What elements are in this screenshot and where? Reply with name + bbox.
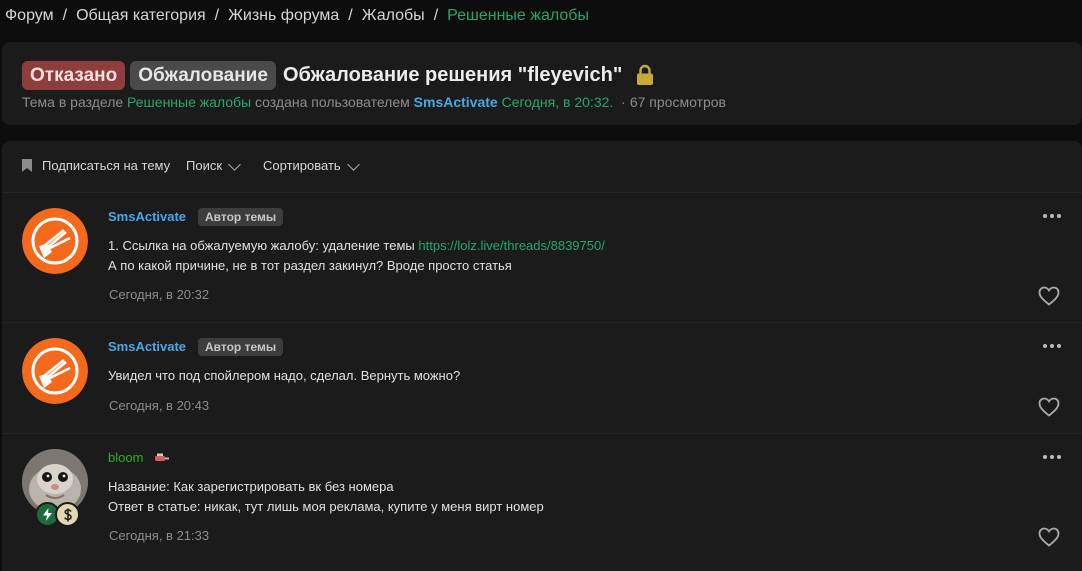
bookmark-icon [22, 159, 32, 172]
breadcrumb-separator: / [214, 7, 220, 24]
appeal-tag[interactable]: Обжалование [130, 60, 276, 90]
subscribe-label: Подписаться на тему [42, 158, 171, 173]
breadcrumb-complaints[interactable]: Жалобы [362, 7, 425, 25]
smsactivate-logo-avatar [22, 338, 88, 404]
heart-icon[interactable] [1038, 397, 1060, 417]
search-label: Поиск [186, 158, 223, 173]
more-icon[interactable] [1042, 213, 1062, 219]
author-badge: Автор темы [198, 338, 284, 356]
posts-container: Подписаться на тему Поиск Сортировать Sm… [2, 141, 1082, 571]
lock-icon [637, 64, 654, 85]
more-icon[interactable] [1042, 454, 1062, 460]
sort-label: Сортировать [263, 158, 341, 173]
meta-section-link[interactable]: Решенные жалобы [127, 94, 251, 110]
username-link[interactable]: bloom [108, 450, 143, 465]
breadcrumb-general-category[interactable]: Общая категория [76, 7, 206, 25]
page-title: Обжалование решения "fleyevich" [282, 63, 623, 86]
chevron-down-icon [346, 157, 360, 171]
post-date[interactable]: Сегодня, в 20:32 [109, 287, 209, 302]
thread-meta: Тема в разделе Решенные жалобы создана п… [22, 94, 726, 110]
more-icon[interactable] [1042, 343, 1062, 349]
post-line: Название: Как зарегистрировать вк без но… [108, 479, 394, 494]
thread-toolbar: Подписаться на тему Поиск Сортировать [2, 141, 1082, 193]
breadcrumb-separator: / [433, 7, 439, 24]
sort-dropdown[interactable]: Сортировать [263, 157, 360, 173]
dollar-badge[interactable] [55, 502, 80, 527]
author-badge: Автор темы [198, 208, 284, 226]
breadcrumb-separator: / [62, 7, 68, 24]
search-dropdown[interactable]: Поиск [186, 157, 241, 173]
breadcrumb-forum[interactable]: Форум [5, 7, 54, 25]
post-date[interactable]: Сегодня, в 21:33 [109, 528, 209, 543]
thread-header: Отказано Обжалование Обжалование решения… [2, 42, 1082, 125]
post-item: bloom Название: Как зарегистрировать вк … [2, 434, 1082, 564]
meta-dot: · [621, 94, 626, 110]
username-link[interactable]: SmsActivate [108, 209, 186, 224]
username-link[interactable]: SmsActivate [108, 339, 186, 354]
breadcrumb-forum-life[interactable]: Жизнь форума [228, 7, 339, 25]
post-message: 1. Ссылка на обжалуемую жалобу: удаление… [108, 236, 605, 276]
post-line: Ответ в статье: никак, тут лишь моя рекл… [108, 499, 544, 514]
post-date[interactable]: Сегодня, в 20:43 [109, 398, 209, 413]
subscribe-button[interactable]: Подписаться на тему [22, 158, 170, 173]
meta-created-by: создана пользователем [255, 94, 410, 110]
post-message: Увидел что под спойлером надо, сделал. В… [108, 366, 460, 386]
heart-icon[interactable] [1038, 286, 1060, 306]
post-item: SmsActivate Автор темы Увидел что под сп… [2, 323, 1082, 434]
breadcrumb-separator: / [348, 7, 353, 24]
post-message: Название: Как зарегистрировать вк без но… [108, 477, 544, 517]
meta-author-link[interactable]: SmsActivate [414, 94, 498, 110]
smsactivate-logo-avatar [22, 208, 88, 274]
user-flair-icon [155, 453, 169, 461]
meta-views: 67 просмотров [629, 94, 726, 110]
post-line: 1. Ссылка на обжалуемую жалобу: удаление… [108, 236, 605, 256]
chevron-down-icon [228, 157, 241, 171]
bolt-icon [43, 508, 52, 521]
post-item: SmsActivate Автор темы 1. Ссылка на обжа… [2, 193, 1082, 323]
avatar[interactable] [22, 338, 88, 404]
breadcrumb-resolved-complaints[interactable]: Решенные жалобы [447, 7, 589, 25]
thread-title-row: Отказано Обжалование Обжалование решения… [22, 60, 654, 90]
post-line: А по какой причине, не в тот раздел заки… [108, 258, 512, 273]
heart-icon[interactable] [1038, 527, 1060, 547]
avatar[interactable] [22, 208, 88, 274]
breadcrumb: Форум / Общая категория / Жизнь форума /… [5, 5, 589, 27]
meta-time: Сегодня, в 20:32. [501, 94, 614, 110]
dollar-icon [63, 508, 72, 521]
rejected-tag[interactable]: Отказано [22, 60, 126, 90]
post-line: Увидел что под спойлером надо, сделал. В… [108, 368, 461, 383]
meta-prefix: Тема в разделе [22, 94, 124, 110]
post-text: 1. Ссылка на обжалуемую жалобу: удаление… [108, 238, 415, 253]
thread-link[interactable]: https://lolz.live/threads/8839750/ [418, 238, 604, 253]
